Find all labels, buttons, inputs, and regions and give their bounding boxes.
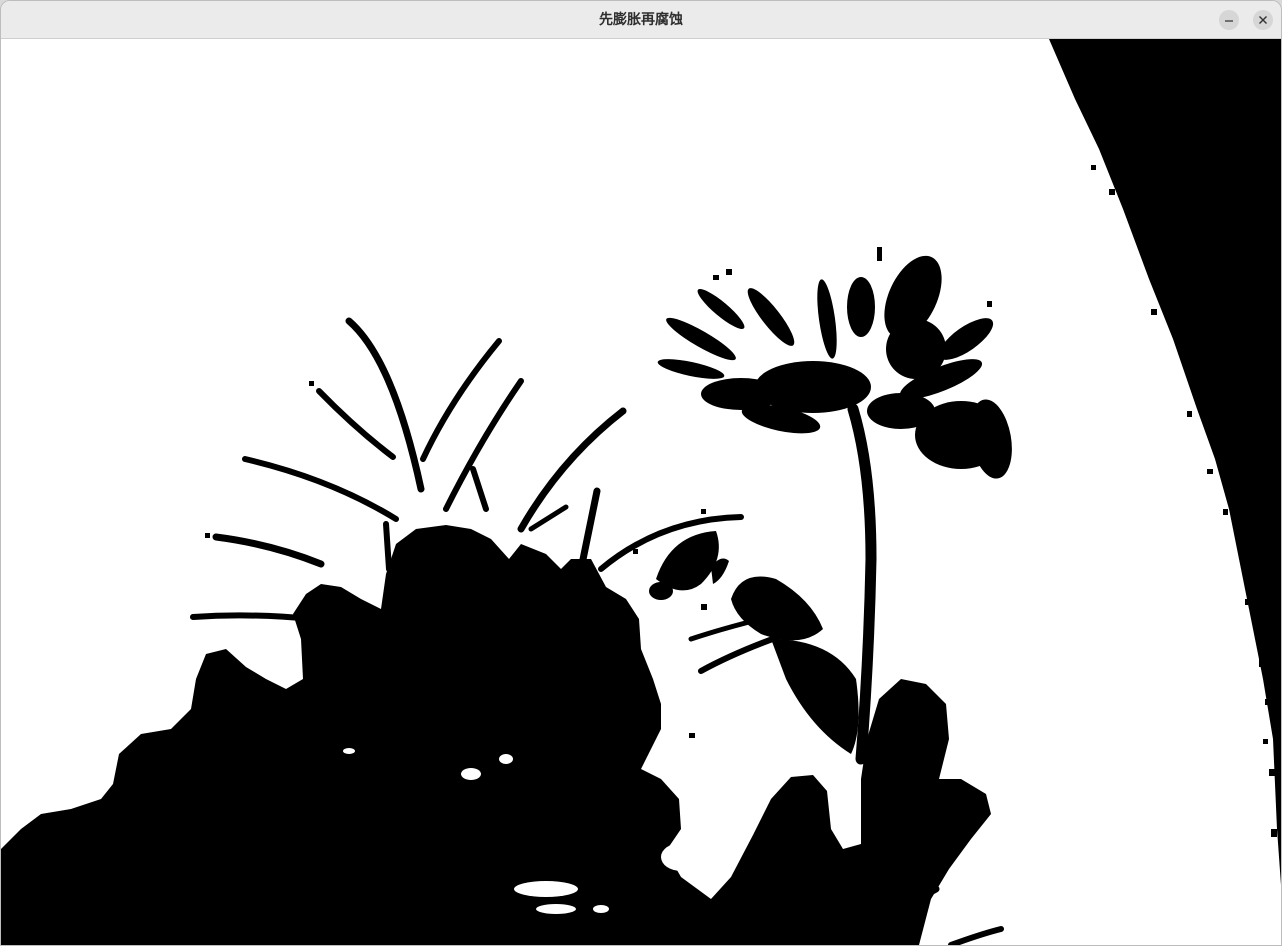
morphology-image [1,39,1281,945]
title-bar[interactable]: 先膨胀再腐蚀 [1,1,1281,39]
image-canvas [1,39,1281,945]
window-title: 先膨胀再腐蚀 [599,12,683,28]
minimize-icon [1225,20,1233,22]
close-button[interactable] [1253,10,1273,30]
minimize-button[interactable] [1219,10,1239,30]
app-window: 先膨胀再腐蚀 [0,0,1282,946]
close-icon [1259,16,1267,24]
